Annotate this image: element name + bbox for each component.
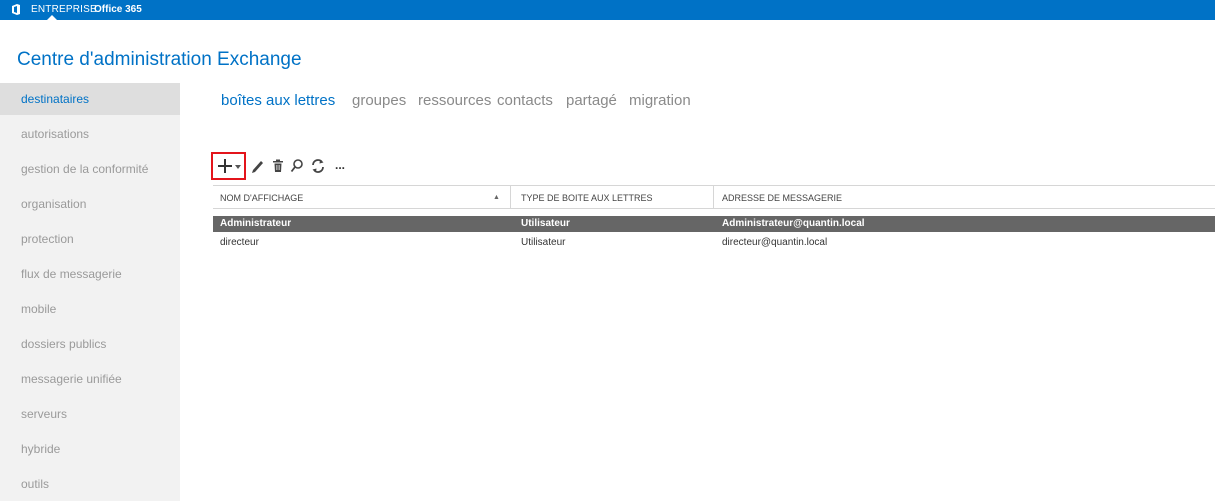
sidebar-item-organisation[interactable]: organisation [0, 188, 180, 220]
column-header-mailbox-type[interactable]: TYPE DE BOITE AUX LETTRES [521, 193, 653, 203]
sort-ascending-icon: ▲ [493, 194, 500, 201]
cell-email-address: directeur@quantin.local [722, 237, 828, 248]
tab-partage[interactable]: partagé [566, 92, 617, 109]
sidebar-item-label: outils [21, 477, 50, 491]
office-logo-icon[interactable] [12, 4, 20, 15]
cell-mailbox-type: Utilisateur [521, 218, 570, 229]
sidebar-nav: destinataires autorisations gestion de l… [0, 83, 180, 501]
sidebar-item-gestion-conformite[interactable]: gestion de la conformité [0, 153, 180, 185]
table-row[interactable]: directeur Utilisateur directeur@quantin.… [213, 235, 1215, 251]
sidebar-item-messagerie-unifiee[interactable]: messagerie unifiée [0, 363, 180, 395]
tab-contacts[interactable]: contacts [497, 92, 553, 109]
cell-display-name: Administrateur [220, 218, 292, 229]
app-title: Centre d'administration Exchange [17, 49, 302, 70]
sidebar-item-hybride[interactable]: hybride [0, 433, 180, 465]
sidebar-item-label: destinataires [21, 92, 90, 106]
sidebar-item-outils[interactable]: outils [0, 468, 180, 500]
office365-top-bar: ENTREPRISE Office 365 [0, 0, 1215, 20]
sidebar-item-dossiers-publics[interactable]: dossiers publics [0, 328, 180, 360]
tab-boites-aux-lettres[interactable]: boîtes aux lettres [221, 92, 335, 109]
tab-migration[interactable]: migration [629, 92, 691, 109]
sidebar-item-label: flux de messagerie [21, 267, 122, 281]
sidebar-item-serveurs[interactable]: serveurs [0, 398, 180, 430]
cell-email-address: Administrateur@quantin.local [722, 218, 865, 229]
tab-groupes[interactable]: groupes [352, 92, 406, 109]
edit-icon[interactable] [251, 156, 265, 176]
add-button[interactable] [211, 152, 246, 180]
sidebar-item-label: serveurs [21, 407, 68, 421]
column-divider[interactable] [713, 186, 714, 208]
sidebar-item-label: dossiers publics [21, 337, 107, 351]
table-row[interactable]: Administrateur Utilisateur Administrateu… [213, 216, 1215, 232]
sidebar-item-label: hybride [21, 442, 61, 456]
search-icon[interactable] [290, 156, 304, 176]
sidebar-item-autorisations[interactable]: autorisations [0, 118, 180, 150]
office365-link[interactable]: Office 365 [94, 4, 142, 15]
refresh-icon[interactable] [310, 156, 326, 176]
sidebar-item-mobile[interactable]: mobile [0, 293, 180, 325]
column-divider[interactable] [510, 186, 511, 208]
sidebar-item-flux-messagerie[interactable]: flux de messagerie [0, 258, 180, 290]
chevron-down-icon [235, 165, 241, 169]
column-header-display-name[interactable]: NOM D'AFFICHAGE [220, 193, 303, 203]
sidebar-item-protection[interactable]: protection [0, 223, 180, 255]
sidebar-item-label: mobile [21, 302, 57, 316]
mailbox-table-header: NOM D'AFFICHAGE ▲ TYPE DE BOITE AUX LETT… [213, 185, 1215, 209]
tab-ressources[interactable]: ressources [418, 92, 491, 109]
sidebar-item-label: organisation [21, 197, 87, 211]
more-icon[interactable]: ... [335, 158, 345, 178]
sidebar-item-label: protection [21, 232, 74, 246]
delete-icon[interactable] [271, 156, 285, 176]
cell-mailbox-type: Utilisateur [521, 237, 566, 248]
column-header-email-address[interactable]: ADRESSE DE MESSAGERIE [722, 193, 842, 203]
sidebar-item-label: messagerie unifiée [21, 372, 122, 386]
sidebar-item-destinataires[interactable]: destinataires [0, 83, 180, 115]
active-indicator-caret-icon [47, 15, 57, 20]
sidebar-item-label: autorisations [21, 127, 90, 141]
sidebar-item-label: gestion de la conformité [21, 162, 149, 176]
enterprise-link[interactable]: ENTREPRISE [31, 4, 97, 15]
cell-display-name: directeur [220, 237, 259, 248]
